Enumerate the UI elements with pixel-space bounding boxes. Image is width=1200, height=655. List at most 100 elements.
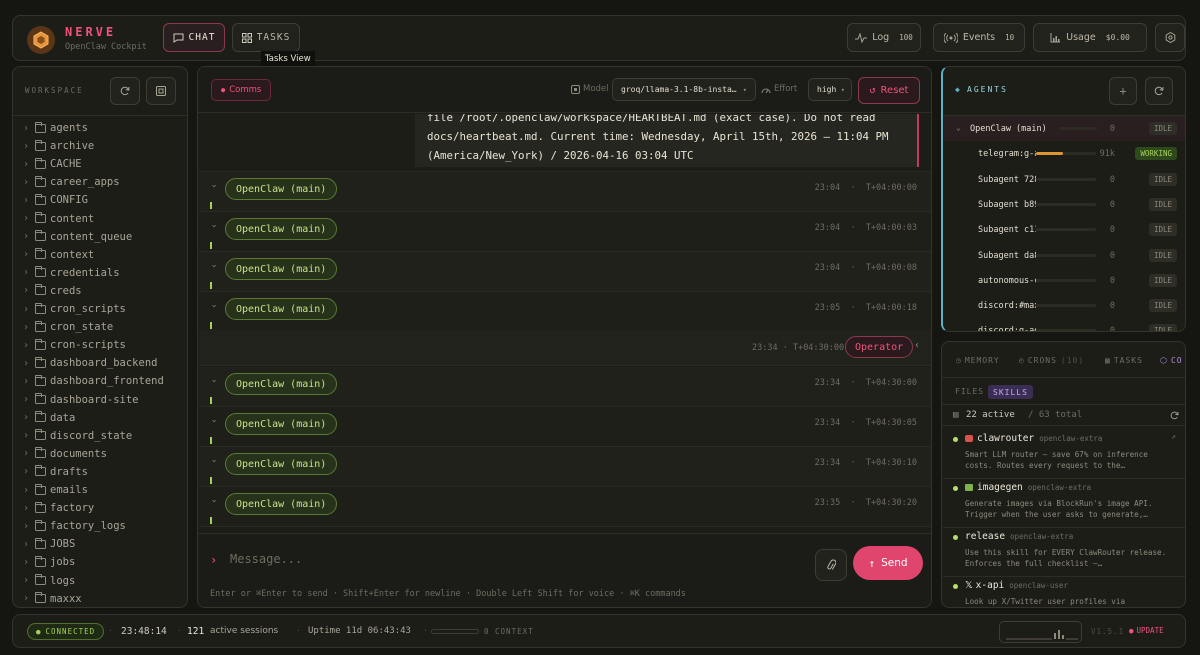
folder-item[interactable]: › factory_logs	[23, 517, 126, 535]
agent-name: OpenClaw (main)	[236, 498, 327, 510]
agent-row[interactable]: ⌄ OpenClaw (main) 0 IDLE	[944, 116, 1185, 141]
agent-row[interactable]: autonomous-cycle 0 IDLE	[944, 268, 1185, 293]
folder-item[interactable]: › dashboard_backend	[23, 354, 157, 372]
tab-memory[interactable]: ◷ MEMORY	[956, 356, 1000, 365]
comms-badge[interactable]: ● Comms	[211, 79, 272, 101]
chevron-right-icon: ›	[23, 575, 30, 586]
subtab-skills[interactable]: SKILLS	[988, 385, 1033, 399]
folder-item[interactable]: › discord_state	[23, 427, 132, 445]
agent-row[interactable]: Subagent b89448 0 IDLE	[944, 192, 1185, 217]
folder-item[interactable]: › cron_scripts	[23, 300, 126, 318]
chevron-down-icon[interactable]: ›	[209, 458, 219, 463]
folder-item[interactable]: › credentials	[23, 264, 120, 282]
external-link-icon[interactable]: ↗	[1171, 432, 1176, 441]
agent-row[interactable]: telegram:g-a 91k WORKING	[944, 141, 1185, 166]
reset-button[interactable]: ↺ Reset	[858, 77, 920, 104]
chevron-down-icon[interactable]: ›	[209, 223, 219, 228]
subtab-files[interactable]: FILES	[955, 387, 984, 396]
folder-item[interactable]: › creds	[23, 282, 82, 300]
agent-row[interactable]: discord:#maxxx- 0 IDLE	[944, 293, 1185, 318]
collapse-workspace-button[interactable]	[146, 77, 176, 105]
log-button[interactable]: Log 100	[847, 23, 921, 52]
token-bar	[1036, 152, 1096, 156]
tooltip-text: Tasks View	[265, 53, 311, 64]
folder-item[interactable]: › content	[23, 210, 94, 228]
folder-icon	[35, 175, 46, 187]
folder-item[interactable]: › dashboard-site	[23, 391, 139, 409]
tab-co[interactable]: ⬡ CO	[1160, 356, 1183, 365]
usage-button[interactable]: Usage $0.00	[1033, 23, 1147, 52]
agent-tokens: 0	[1109, 225, 1115, 236]
token-bar	[1036, 329, 1096, 331]
folder-item[interactable]: › content_queue	[23, 228, 132, 246]
model-select[interactable]: groq/llama-3.1-8b-insta… ▾	[612, 78, 756, 101]
folder-item[interactable]: › agents	[23, 119, 88, 137]
agent-row[interactable]: Subagent c11505 0 IDLE	[944, 217, 1185, 242]
folder-item[interactable]: › career_apps	[23, 173, 120, 191]
skill-name: release	[965, 531, 1006, 542]
chevron-right-icon: ›	[23, 194, 30, 206]
token-bar	[1036, 202, 1096, 206]
folder-item[interactable]: › jobs	[23, 553, 75, 571]
folder-item[interactable]: › CACHE	[23, 155, 82, 173]
chevron-down-icon[interactable]: ›	[209, 418, 219, 423]
agent-tokens: 0	[1109, 250, 1115, 261]
stream-cursor	[210, 397, 212, 404]
tab-tasks-side[interactable]: ▦ TASKS	[1105, 356, 1143, 365]
folder-item[interactable]: › drafts	[23, 463, 88, 481]
settings-button[interactable]	[1155, 23, 1185, 52]
chevron-down-icon[interactable]: ›	[209, 378, 219, 383]
refresh-agents-button[interactable]	[1145, 77, 1173, 105]
events-button[interactable]: Events 10	[933, 23, 1025, 52]
chevron-down-icon[interactable]: ›	[209, 498, 219, 503]
folder-item[interactable]: › JOBS	[23, 535, 75, 553]
message-time: 23:34 · T+04:30:10	[814, 458, 917, 468]
folder-name: dashboard_backend	[50, 357, 158, 370]
tab-chat[interactable]: CHAT	[163, 23, 225, 52]
attach-button[interactable]	[815, 549, 847, 581]
update-button[interactable]: ● UPDATE	[1129, 626, 1164, 635]
folder-name: dashboard_frontend	[50, 375, 164, 388]
chevron-left-icon[interactable]: ‹	[914, 340, 920, 351]
skill-item[interactable]: 𝕏x-api openclaw-user Look up X/Twitter use…	[943, 573, 1185, 607]
prompt-chevron-icon: ›	[210, 553, 218, 567]
folder-item[interactable]: › data	[23, 409, 75, 427]
agent-row[interactable]: Subagent da848b 0 IDLE	[944, 243, 1185, 268]
refresh-icon[interactable]	[1170, 411, 1179, 420]
refresh-workspace-button[interactable]	[110, 77, 140, 105]
tasks-tooltip: Tasks View	[261, 51, 315, 66]
add-agent-button[interactable]: +	[1109, 77, 1137, 105]
tab-tasks[interactable]: TASKS	[232, 23, 300, 52]
folder-item[interactable]: › logs	[23, 572, 75, 590]
chevron-down-icon[interactable]: ›	[209, 303, 219, 308]
skill-item[interactable]: release openclaw-extra Use this skill for …	[943, 524, 1185, 577]
agent-name: OpenClaw (main)	[236, 303, 327, 315]
folder-item[interactable]: › cron_state	[23, 318, 113, 336]
folder-item[interactable]: › cron-scripts	[23, 336, 126, 354]
folder-item[interactable]: › context	[23, 246, 94, 264]
chevron-down-icon[interactable]: ›	[209, 183, 219, 188]
folder-item[interactable]: › documents	[23, 445, 107, 463]
folder-item[interactable]: › emails	[23, 481, 88, 499]
agent-row[interactable]: Subagent 72835b 0 IDLE	[944, 167, 1185, 192]
folder-item[interactable]: › dashboard_frontend	[23, 372, 164, 390]
status-badge: IDLE	[1148, 122, 1177, 135]
folder-item[interactable]: › archive	[23, 137, 94, 155]
folder-icon	[35, 429, 46, 441]
agent-row[interactable]: discord:g-agent- 0 IDLE	[944, 318, 1185, 331]
folder-icon	[35, 483, 46, 495]
effort-select[interactable]: high ▾	[808, 78, 852, 101]
chevron-right-icon: ›	[23, 158, 30, 170]
send-button[interactable]: ↑ Send	[853, 546, 923, 580]
tab-crons[interactable]: ◴ CRONS (10)	[1019, 356, 1084, 365]
skills-active-count: 22 active	[966, 410, 1015, 420]
folder-item[interactable]: › maxxx	[23, 590, 82, 607]
skill-item[interactable]: clawrouter openclaw-extra Smart LLM router…	[943, 426, 1185, 479]
chevron-down-icon[interactable]: ›	[209, 263, 219, 268]
activity-sparkline	[999, 621, 1082, 643]
chevron-right-icon: ›	[23, 303, 30, 315]
message-input[interactable]: Message...	[230, 547, 800, 571]
folder-item[interactable]: › factory	[23, 499, 94, 517]
skill-item[interactable]: imagegen openclaw-extra Generate images vi…	[943, 475, 1185, 528]
folder-item[interactable]: › CONFIG	[23, 191, 88, 209]
